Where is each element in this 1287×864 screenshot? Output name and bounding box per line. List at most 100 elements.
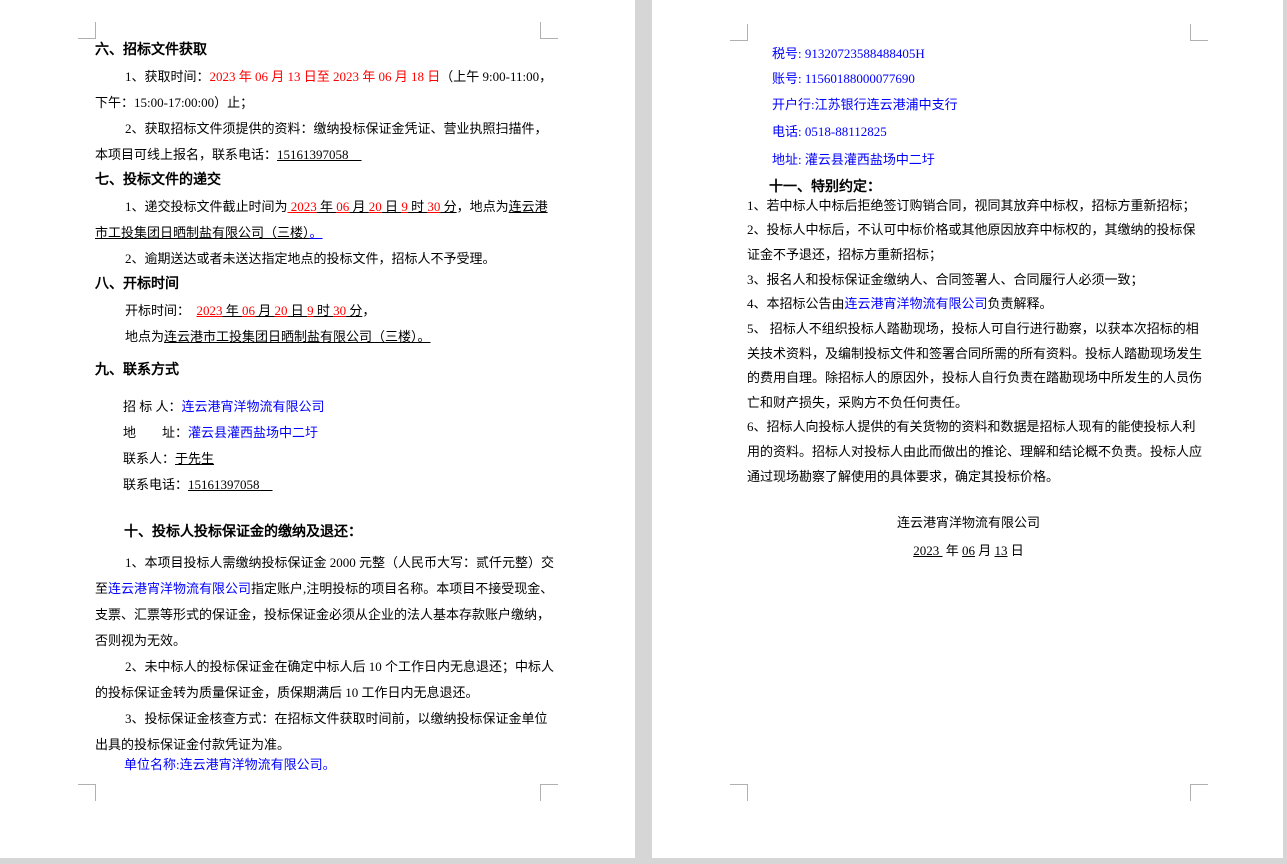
text-line: 支票、汇票等形式的保证金，投标保证金必须从企业的法人基本存款账户缴纳，	[95, 602, 547, 628]
text-segment: 招 标 人：	[123, 399, 182, 414]
page-right: 税号: 91320723588488405H 账号: 11560188000077…	[652, 0, 1283, 858]
text-segment: 30	[427, 199, 440, 214]
text-segment: 支票、汇票等形式的保证金，投标保证金必须从企业的法人基本存款账户缴纳，	[95, 607, 550, 622]
text-segment: 连云港宵洋物流有限公司	[845, 296, 988, 311]
text-segment: 分	[440, 199, 456, 214]
text-boundary-mark-top-right-icon	[1190, 24, 1208, 41]
text-segment: 十、投标人投标保证金的缴纳及退还：	[124, 525, 362, 540]
page-right-content: 税号: 91320723588488405H 账号: 11560188000077…	[747, 0, 1190, 858]
text-segment: 连云港宵洋物流有限公司	[897, 515, 1040, 530]
text-line: 2、未中标人的投标保证金在确定中标人后 10 个工作日内无息退还；中标人	[95, 654, 577, 680]
text-line: 税号: 91320723588488405H	[747, 41, 1215, 67]
text-line: 的费用自理。除招标人的原因外，投标人自行负责在踏勘现场中所发生的人员伤	[747, 365, 1190, 391]
text-segment: 15161397058	[188, 477, 273, 492]
text-segment: 九、联系方式	[95, 363, 179, 378]
text-segment: 否则视为无效。	[95, 633, 186, 648]
text-segment: 4、本招标公告由	[747, 296, 845, 311]
text-segment: 八、开标时间	[95, 277, 179, 292]
text-segment: 的费用自理。除招标人的原因外，投标人自行负责在踏勘现场中所发生的人员伤	[747, 370, 1202, 385]
text-segment: 月	[349, 199, 369, 214]
text-line: 八、开标时间	[95, 272, 547, 298]
text-line: 市工投集团日晒制盐有限公司（三楼）。	[95, 220, 547, 246]
text-line: 至连云港宵洋物流有限公司指定账户,注明投标的项目名称。本项目不接受现金、	[95, 576, 547, 602]
text-segment: ，地点为	[457, 199, 509, 214]
text-boundary-mark-bottom-right-icon	[1190, 784, 1208, 801]
text-segment: 用的资料。招标人对投标人由此而做出的推论、理解和结论概不负责。投标人应	[747, 444, 1202, 459]
text-line: 十、投标人投标保证金的缴纳及退还：	[95, 520, 576, 546]
text-segment: 06	[962, 543, 975, 558]
text-segment: 日	[1008, 543, 1024, 558]
text-segment: 证金不予退还，招标方重新招标；	[747, 247, 942, 262]
text-line: 地 址：灌云县灌西盐场中二圩	[95, 420, 575, 446]
text-line: 本项目可线上报名，联系电话：15161397058	[95, 142, 547, 168]
text-segment: 5、 招标人不组织投标人踏勘现场，投标人可自行进行勘察，以获本次招标的相	[747, 321, 1199, 336]
text-line: 账号: 11560188000077690	[747, 66, 1215, 92]
text-segment: （上午 9:00-11:00，	[440, 69, 552, 84]
text-segment: 6、招标人向投标人提供的有关货物的资料和数据是招标人现有的能使投标人利	[747, 419, 1196, 434]
text-boundary-mark-top-left-icon	[78, 22, 96, 39]
text-line: 招 标 人：连云港宵洋物流有限公司	[95, 394, 575, 420]
text-segment: 开户行:江苏银行连云港浦中支行	[772, 97, 958, 112]
text-line: 单位名称:连云港宵洋物流有限公司。	[95, 752, 576, 778]
text-segment: 06	[242, 303, 255, 318]
text-segment: 单位名称:连云港宵洋物流有限公司。	[124, 757, 336, 772]
text-segment: 15161397058	[277, 147, 362, 162]
text-line: 关技术资料，及编制投标文件和签署合同所需的所有资料。投标人踏勘现场发生	[747, 341, 1190, 367]
text-line: 亡和财产损失，采购方不负任何责任。	[747, 390, 1190, 416]
text-line: 连云港宵洋物流有限公司	[747, 510, 1190, 536]
text-segment: 1、递交投标文件截止时间为	[125, 199, 288, 214]
text-segment: 月	[975, 543, 995, 558]
text-line: 七、投标文件的递交	[95, 168, 547, 194]
text-segment: 税号: 91320723588488405H	[772, 46, 925, 61]
text-segment: 3、报名人和投标保证金缴纳人、合同签署人、合同履行人必须一致；	[747, 272, 1144, 287]
text-segment: 连云港宵洋物流有限公司	[108, 581, 251, 596]
text-segment: 地 址：	[123, 425, 188, 440]
text-line: 2、投标人中标后，不认可中标价格或其他原因放弃中标权的，其缴纳的投标保	[747, 217, 1190, 243]
text-segment: 分	[346, 303, 362, 318]
text-segment: 地址: 灌云县灌西盐场中二圩	[772, 152, 935, 167]
text-segment: 六、招标文件获取	[95, 43, 207, 58]
text-segment: 地点为	[125, 329, 164, 344]
text-segment: 连云港市工投集团日晒制盐有限公司（三楼）。	[164, 329, 431, 344]
text-line: 通过现场勘察了解使用的具体要求，确定其投标价格。	[747, 464, 1190, 490]
text-line: 1、递交投标文件截止时间为 2023 年 06 月 20 日 9 时 30 分，…	[95, 194, 577, 220]
text-line: 1、若中标人中标后拒绝签订购销合同，视同其放弃中标权，招标方重新招标；	[747, 193, 1190, 219]
text-segment: 开标时间：	[125, 303, 197, 318]
text-line: 6、招标人向投标人提供的有关货物的资料和数据是招标人现有的能使投标人利	[747, 414, 1190, 440]
text-line: 5、 招标人不组织投标人踏勘现场，投标人可自行进行勘察，以获本次招标的相	[747, 316, 1190, 342]
text-segment: 至	[95, 581, 108, 596]
text-segment: 时	[314, 303, 334, 318]
text-segment: 联系电话：	[123, 477, 188, 492]
text-segment: 2023	[197, 303, 223, 318]
text-line: 3、投标保证金核查方式：在招标文件获取时间前，以缴纳投标保证金单位	[95, 706, 577, 732]
text-segment: 关技术资料，及编制投标文件和签署合同所需的所有资料。投标人踏勘现场发生	[747, 346, 1202, 361]
text-line: 证金不予退还，招标方重新招标；	[747, 242, 1190, 268]
text-segment: 联系人：	[123, 451, 175, 466]
text-line: 否则视为无效。	[95, 628, 547, 654]
text-segment: 年	[942, 543, 962, 558]
text-segment: 06	[336, 199, 349, 214]
text-segment: 市工投集团日晒制盐有限公司（三楼）	[95, 225, 310, 240]
text-line: 2023 年 06 月 13 日	[747, 538, 1190, 564]
text-line: 九、联系方式	[95, 358, 547, 384]
text-line: 3、报名人和投标保证金缴纳人、合同签署人、合同履行人必须一致；	[747, 267, 1190, 293]
text-segment: 账号: 11560188000077690	[772, 71, 915, 86]
text-segment: 日	[382, 199, 402, 214]
text-segment: 2、投标人中标后，不认可中标价格或其他原因放弃中标权的，其缴纳的投标保	[747, 222, 1196, 237]
text-segment: 2023	[288, 199, 317, 214]
text-segment: 2、逾期送达或者未送达指定地点的投标文件，招标人不予受理。	[125, 251, 496, 266]
text-segment: 月	[255, 303, 275, 318]
text-segment: 于先生	[175, 451, 214, 466]
text-segment: 2、获取招标文件须提供的资料：缴纳投标保证金凭证、营业执照扫描件，	[125, 121, 548, 136]
text-segment: 亡和财产损失，采购方不负任何责任。	[747, 395, 968, 410]
text-segment: 出具的投标保证金付款凭证为准。	[95, 737, 290, 752]
text-segment: 1、本项目投标人需缴纳投标保证金 2000 元整（人民币大写：贰仟元整）交	[125, 555, 554, 570]
text-line: 地点为连云港市工投集团日晒制盐有限公司（三楼）。	[95, 324, 577, 350]
text-segment: 2、未中标人的投标保证金在确定中标人后 10 个工作日内无息退还；中标人	[125, 659, 554, 674]
text-segment: 2023 年 06 月 13 日至 2023 年 06 月 18 日	[210, 69, 441, 84]
document-canvas: 六、招标文件获取1、获取时间：2023 年 06 月 13 日至 2023 年 …	[0, 0, 1287, 864]
text-segment: 的投标保证金转为质量保证金，质保期满后 10 工作日内无息退还。	[95, 685, 479, 700]
page-left: 六、招标文件获取1、获取时间：2023 年 06 月 13 日至 2023 年 …	[0, 0, 635, 858]
text-line: 地址: 灌云县灌西盐场中二圩	[747, 147, 1215, 173]
text-segment: 年	[223, 303, 243, 318]
